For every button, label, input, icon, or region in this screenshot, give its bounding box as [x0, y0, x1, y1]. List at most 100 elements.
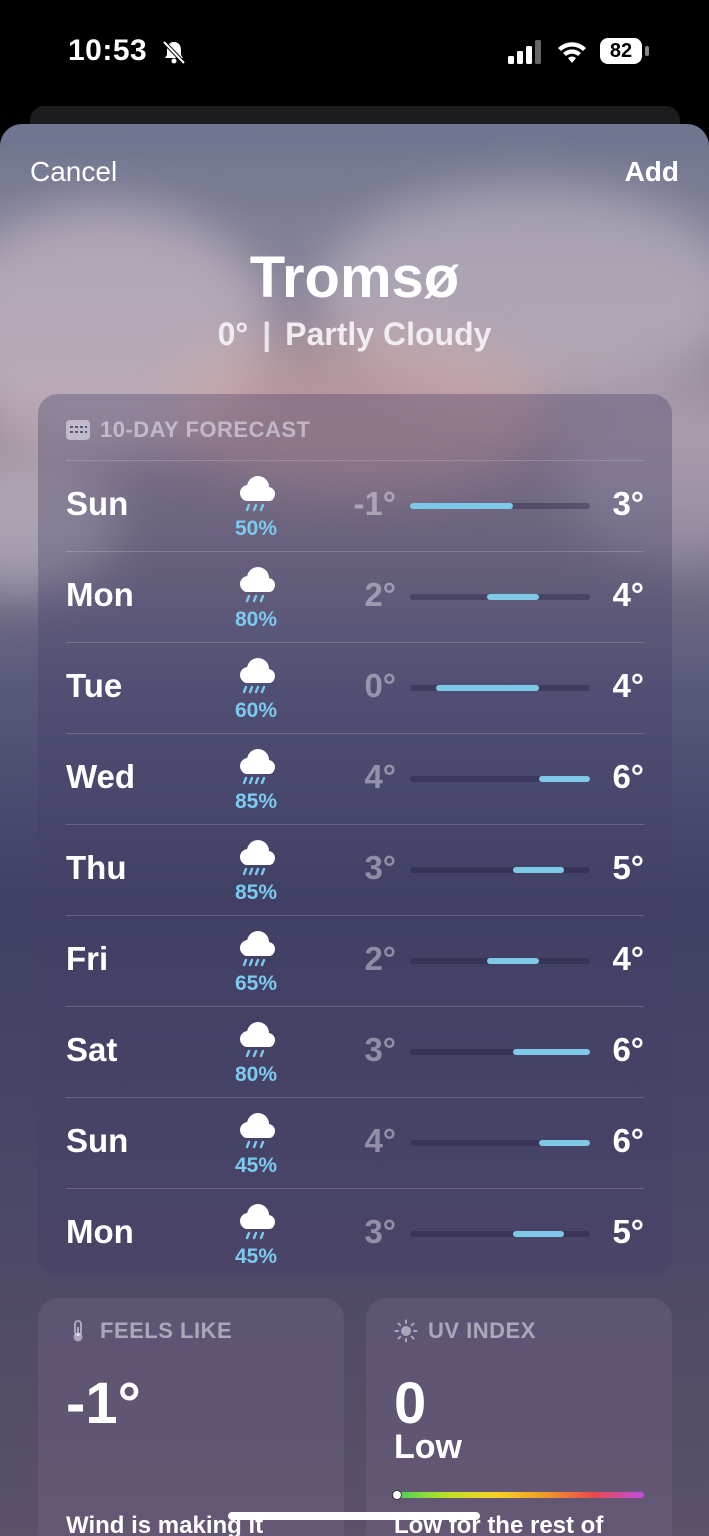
city-name: Tromsø — [249, 245, 460, 310]
temp-range-bar — [410, 776, 590, 782]
forecast-title: 10-DAY FORECAST — [100, 417, 311, 442]
low-temp: -1° — [353, 485, 396, 522]
uv-index-level: Low — [394, 1428, 462, 1466]
precip-chance: 45% — [234, 1154, 278, 1177]
thermometer-icon — [73, 1320, 83, 1342]
temp-range-fill — [538, 1140, 590, 1146]
rain-cloud-icon — [240, 1113, 275, 1149]
precip-chance: 80% — [234, 608, 278, 631]
status-time: 10:53 — [68, 34, 148, 67]
temp-range-bar — [410, 503, 590, 509]
feels-like-card[interactable]: FEELS LIKE -1° Wind is making it — [38, 1298, 344, 1536]
add-button[interactable]: Add — [625, 156, 679, 188]
battery-icon: 82 — [600, 38, 650, 66]
home-indicator[interactable] — [228, 1512, 480, 1520]
day-label: Wed — [66, 758, 136, 795]
wifi-icon — [558, 42, 586, 63]
uv-index-header: UV INDEX — [394, 1318, 536, 1344]
low-temp: 2° — [364, 576, 396, 613]
forecast-row[interactable]: Sun 45% 4° 6° — [66, 1097, 644, 1188]
day-label: Sat — [66, 1031, 118, 1068]
forecast-row[interactable]: Sun 50% -1° 3° — [66, 460, 644, 551]
rain-cloud-icon — [240, 1204, 275, 1240]
current-condition: Partly Cloudy — [285, 316, 492, 352]
calendar-icon — [66, 420, 90, 440]
low-temp: 4° — [364, 758, 396, 795]
precip-chance: 45% — [234, 1245, 278, 1268]
heavy-rain-cloud-icon — [240, 840, 275, 876]
feels-like-title: FEELS LIKE — [100, 1318, 233, 1343]
heavy-rain-cloud-icon — [240, 658, 275, 694]
temp-range-bar — [410, 594, 590, 600]
current-summary: 0° | Partly Cloudy — [0, 316, 709, 353]
temp-range-bar — [410, 958, 590, 964]
temp-range-fill — [410, 503, 513, 509]
high-temp: 6° — [612, 1031, 644, 1068]
day-label: Sun — [66, 485, 129, 522]
forecast-row[interactable]: Tue 60% 0° 4° — [66, 642, 644, 733]
forecast-row[interactable]: Wed 85% 4° 6° — [66, 733, 644, 824]
temp-range-bar — [410, 1049, 590, 1055]
day-label: Fri — [66, 940, 109, 977]
temp-range-bar — [410, 867, 590, 873]
high-temp: 6° — [612, 1122, 644, 1159]
high-temp: 5° — [612, 849, 644, 886]
high-temp: 4° — [612, 667, 644, 704]
uv-index-card[interactable]: UV INDEX 0 Low Low for the rest of — [366, 1298, 672, 1536]
temp-range-bar — [410, 685, 590, 691]
precip-chance: 50% — [234, 517, 278, 540]
high-temp: 4° — [612, 940, 644, 977]
uv-index-title: UV INDEX — [428, 1318, 536, 1343]
uv-index-value: 0 — [394, 1371, 427, 1436]
forecast-header: 10-DAY FORECAST — [66, 414, 310, 446]
precip-chance: 85% — [234, 790, 278, 813]
feels-like-header: FEELS LIKE — [66, 1318, 232, 1344]
temp-range-fill — [538, 776, 590, 782]
temp-range-fill — [512, 1231, 565, 1237]
day-label: Mon — [66, 1213, 134, 1250]
silent-mode-icon — [162, 40, 186, 65]
precip-chance: 80% — [234, 1063, 278, 1086]
precip-chance: 60% — [234, 699, 278, 722]
rain-cloud-icon — [240, 476, 275, 512]
cancel-button[interactable]: Cancel — [30, 156, 117, 188]
weather-sheet: Cancel Add Tromsø 0° | Partly Cloudy 10-DA… — [0, 124, 709, 1536]
high-temp: 3° — [612, 485, 644, 522]
forecast-row[interactable]: Thu 85% 3° 5° — [66, 824, 644, 915]
low-temp: 0° — [364, 667, 396, 704]
temp-range-fill — [487, 958, 539, 964]
high-temp: 4° — [612, 576, 644, 613]
status-bar: 10:53 82 — [0, 0, 709, 105]
heavy-rain-cloud-icon — [240, 931, 275, 967]
ten-day-forecast-card[interactable]: 10-DAY FORECAST Sun 50% -1° 3° Mon 80% 2… — [38, 394, 672, 1276]
forecast-row[interactable]: Mon 45% 3° 5° — [66, 1188, 644, 1279]
forecast-row[interactable]: Sat 80% 3° 6° — [66, 1006, 644, 1097]
low-temp: 3° — [364, 849, 396, 886]
high-temp: 6° — [612, 758, 644, 795]
feels-like-value: -1° — [66, 1371, 141, 1436]
day-label: Tue — [66, 667, 123, 704]
low-temp: 4° — [364, 1122, 396, 1159]
temp-range-bar — [410, 1231, 590, 1237]
low-temp: 3° — [364, 1031, 396, 1068]
summary-separator: | — [262, 316, 272, 352]
temp-range-fill — [512, 1049, 590, 1055]
forecast-row[interactable]: Fri 65% 2° 4° — [66, 915, 644, 1006]
precip-chance: 85% — [234, 881, 278, 904]
uv-index-scale — [394, 1492, 644, 1498]
battery-level: 82 — [600, 38, 642, 64]
day-label: Sun — [66, 1122, 129, 1159]
temp-range-bar — [410, 1140, 590, 1146]
heavy-rain-cloud-icon — [240, 749, 275, 785]
forecast-row[interactable]: Mon 80% 2° 4° — [66, 551, 644, 642]
precip-chance: 65% — [234, 972, 278, 995]
sun-icon — [394, 1319, 418, 1343]
rain-cloud-icon — [240, 1022, 275, 1058]
temp-range-fill — [435, 685, 539, 691]
temp-range-fill — [512, 867, 565, 873]
rain-cloud-icon — [240, 567, 275, 603]
temp-range-fill — [487, 594, 539, 600]
low-temp: 3° — [364, 1213, 396, 1250]
high-temp: 5° — [612, 1213, 644, 1250]
current-temperature: 0° — [217, 316, 249, 352]
